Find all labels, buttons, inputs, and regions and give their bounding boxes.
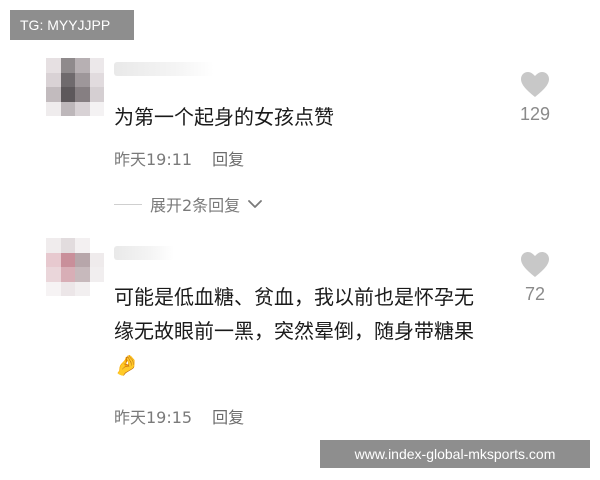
comment-text: 为第一个起身的女孩点赞 [114,105,334,129]
comment-timestamp: 昨天19:15 [114,408,193,427]
tg-badge-text: TG: MYYJJPP [20,17,111,33]
like-count: 129 [519,104,551,124]
comment-timestamp: 昨天19:11 [114,150,193,169]
avatar[interactable] [46,58,104,116]
comment-meta: 昨天19:11 回复 [114,146,244,170]
username-blurred [114,62,214,76]
expand-divider [114,203,142,205]
watermark-text: www.index-global-mksports.com [354,446,556,462]
watermark: www.index-global-mksports.com [320,440,590,468]
expand-replies-label: 展开2条回复 [150,196,241,215]
heart-icon [521,252,549,277]
comment-meta: 昨天19:15 回复 [114,404,244,428]
expand-replies-button[interactable]: 展开2条回复 [114,192,263,216]
chevron-down-icon [248,200,263,208]
comment-text: 可能是低血糖、贫血，我以前也是怀孕无缘无故眼前一黑，突然晕倒，随身带糖果🤌 [114,285,474,377]
like-count: 72 [524,284,546,304]
heart-icon [521,72,549,97]
like-button[interactable]: 72 [510,252,560,305]
avatar[interactable] [46,238,104,296]
reply-button[interactable]: 回复 [212,146,244,170]
tg-badge: TG: MYYJJPP [10,10,134,40]
username-blurred [114,246,174,260]
reply-button[interactable]: 回复 [212,404,244,428]
like-button[interactable]: 129 [510,72,560,125]
